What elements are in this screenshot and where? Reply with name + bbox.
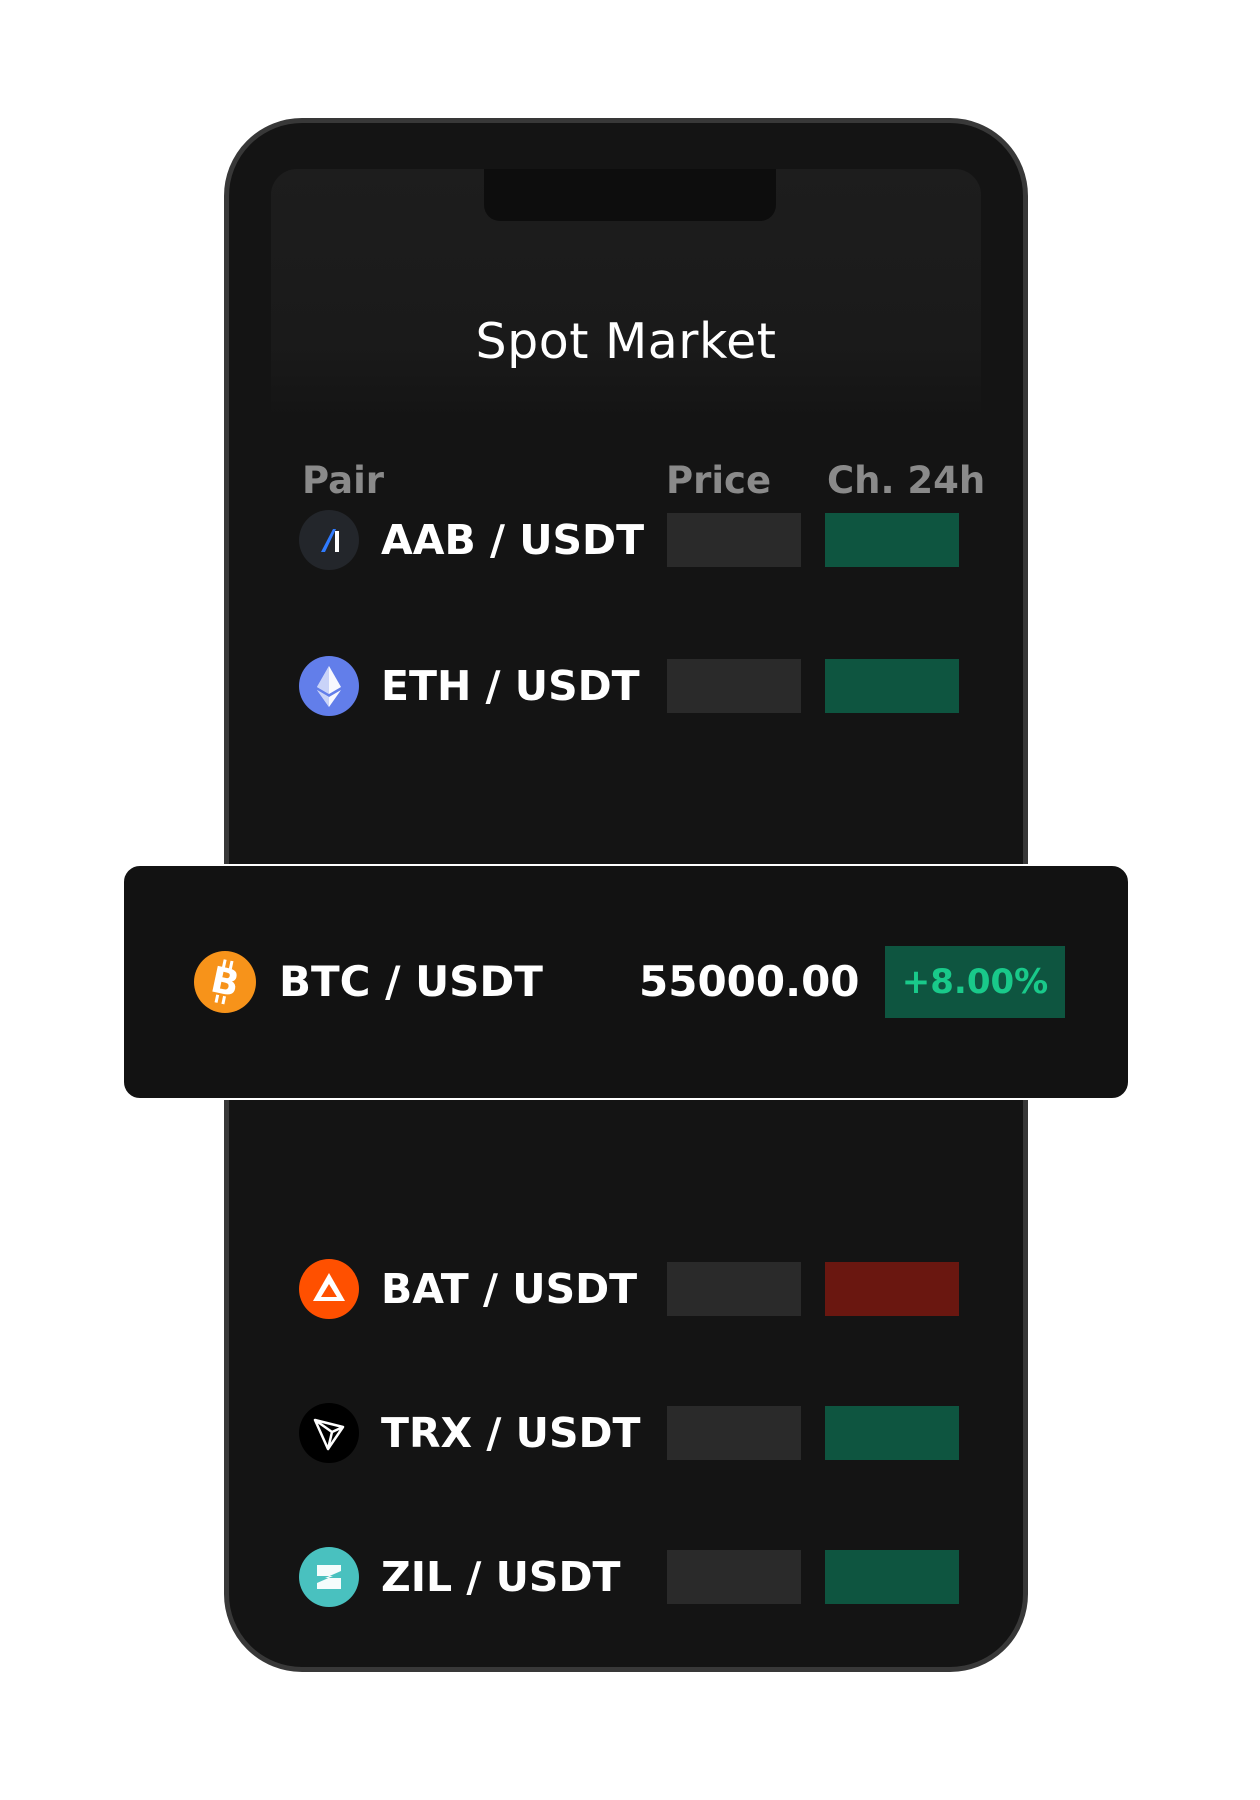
phone-notch <box>484 169 776 221</box>
price-placeholder <box>667 1406 801 1460</box>
change-placeholder-up <box>825 659 959 713</box>
pair-label: TRX / USDT <box>381 1409 641 1457</box>
ethereum-logo-icon <box>299 656 359 716</box>
price-placeholder <box>667 513 801 567</box>
market-row-bat[interactable]: BAT / USDT <box>229 1259 1023 1319</box>
zilliqa-logo-icon <box>299 1547 359 1607</box>
page-title: Spot Market <box>475 313 777 370</box>
market-row-zil[interactable]: ZIL / USDT <box>229 1547 1023 1607</box>
column-header-change-24h[interactable]: Ch. 24h <box>827 459 985 502</box>
column-header-price[interactable]: Price <box>666 459 771 502</box>
bat-logo-icon <box>299 1259 359 1319</box>
price-placeholder <box>667 1550 801 1604</box>
highlight-change-24h: +8.00% <box>885 946 1065 1018</box>
change-placeholder-up <box>825 513 959 567</box>
pair-label: AAB / USDT <box>381 516 645 564</box>
highlight-price: 55000.00 <box>639 957 860 1006</box>
highlight-pair-label: BTC / USDT <box>279 957 543 1006</box>
change-placeholder-up <box>825 1550 959 1604</box>
market-row-aab[interactable]: AAB / USDT <box>229 510 1023 570</box>
market-row-eth[interactable]: ETH / USDT <box>229 656 1023 716</box>
pair-label: BAT / USDT <box>381 1265 638 1313</box>
change-placeholder-up <box>825 1406 959 1460</box>
price-placeholder <box>667 1262 801 1316</box>
pair-label: ETH / USDT <box>381 662 640 710</box>
pair-label: ZIL / USDT <box>381 1553 621 1601</box>
column-header-pair[interactable]: Pair <box>302 459 384 502</box>
bitcoin-logo-icon: B <box>194 951 256 1013</box>
tron-logo-icon <box>299 1403 359 1463</box>
aab-logo-icon <box>299 510 359 570</box>
market-row-trx[interactable]: TRX / USDT <box>229 1403 1023 1463</box>
highlighted-market-row-btc[interactable]: B BTC / USDT 55000.00 +8.00% <box>122 864 1130 1100</box>
price-placeholder <box>667 659 801 713</box>
change-placeholder-down <box>825 1262 959 1316</box>
